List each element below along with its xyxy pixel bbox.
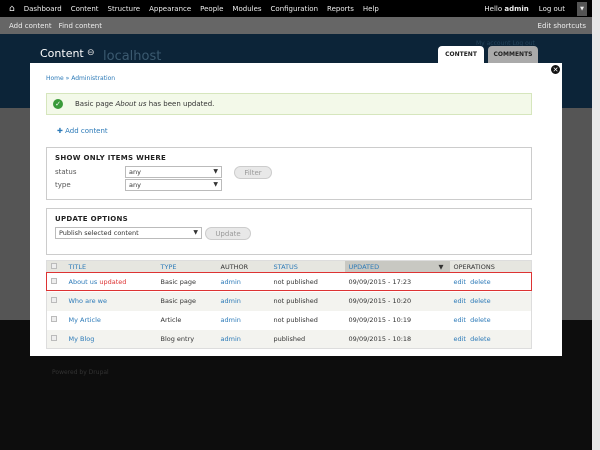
update-fieldset: UPDATE OPTIONS Publish selected content ▼… (46, 208, 532, 255)
edit-link[interactable]: edit (454, 278, 466, 286)
shortcut-add-content[interactable]: Add content (9, 22, 52, 30)
message-text: Basic page About us has been updated. (75, 100, 215, 108)
page-title: Content (40, 47, 84, 60)
toolbar-configuration[interactable]: Configuration (271, 5, 318, 13)
check-icon: ✓ (53, 99, 63, 109)
table-row: My Blog Blog entry admin published 09/09… (46, 329, 532, 349)
shortcut-bar: Add content Find content Edit shortcuts (0, 17, 592, 34)
type-select[interactable]: any ▼ (125, 179, 222, 191)
footer-text: Powered by Drupal (52, 369, 109, 376)
select-all-checkbox[interactable] (51, 262, 57, 269)
table-row: About us updated Basic page admin not pu… (46, 272, 532, 292)
operation-select[interactable]: Publish selected content ▼ (55, 227, 202, 239)
sort-desc-icon: ▼ (438, 262, 444, 271)
update-legend: UPDATE OPTIONS (55, 215, 129, 223)
delete-link[interactable]: delete (470, 335, 490, 343)
table-row: Who are we Basic page admin not publishe… (46, 291, 532, 311)
updated-cell: 09/09/2015 - 10:19 (344, 310, 450, 330)
edit-link[interactable]: edit (454, 335, 466, 343)
toolbar-help[interactable]: Help (363, 5, 379, 13)
logout-link[interactable]: Log out (539, 5, 565, 13)
author-link[interactable]: admin (221, 335, 241, 343)
type-cell: Basic page (156, 291, 217, 311)
toolbar-content[interactable]: Content (71, 5, 99, 13)
toolbar-people[interactable]: People (200, 5, 223, 13)
tab-content[interactable]: CONTENT (438, 46, 484, 63)
username[interactable]: admin (504, 5, 528, 13)
update-button[interactable]: Update (205, 227, 251, 240)
type-label: type (55, 181, 71, 189)
chevron-down-icon: ▼ (193, 229, 198, 236)
filter-fieldset: SHOW ONLY ITEMS WHERE status any ▼ type a… (46, 147, 532, 200)
th-status[interactable]: STATUS (269, 260, 345, 273)
toolbar-reports[interactable]: Reports (327, 5, 354, 13)
th-author: AUTHOR (216, 260, 270, 273)
th-operations: OPERATIONS (449, 260, 532, 273)
scrollbar[interactable] (592, 0, 600, 450)
admin-toolbar: ⌂ Dashboard Content Structure Appearance… (0, 0, 592, 17)
updated-cell: 09/09/2015 - 10:20 (344, 291, 450, 311)
row-checkbox[interactable] (51, 278, 57, 284)
type-cell: Article (156, 310, 217, 330)
type-cell: Blog entry (156, 329, 217, 349)
updated-cell: 09/09/2015 - 10:18 (344, 329, 450, 349)
site-name: localhost (103, 49, 162, 64)
status-label: status (55, 168, 77, 176)
status-cell: published (269, 329, 345, 349)
status-cell: not published (269, 310, 345, 330)
status-cell: not published (269, 291, 345, 311)
shortcut-find-content[interactable]: Find content (59, 22, 102, 30)
updated-cell: 09/09/2015 - 17:23 (344, 272, 450, 292)
content-table: TITLE TYPE AUTHOR STATUS UPDATED ▼ OPERAT… (46, 260, 532, 349)
edit-shortcuts[interactable]: Edit shortcuts (538, 22, 586, 30)
toolbar-appearance[interactable]: Appearance (149, 5, 191, 13)
filter-legend: SHOW ONLY ITEMS WHERE (55, 154, 167, 162)
title-link[interactable]: My Blog (69, 335, 95, 343)
author-link[interactable]: admin (221, 278, 241, 286)
author-link[interactable]: admin (221, 297, 241, 305)
toolbar-dashboard[interactable]: Dashboard (24, 5, 62, 13)
delete-link[interactable]: delete (470, 316, 490, 324)
th-type[interactable]: TYPE (156, 260, 217, 273)
chevron-down-icon: ▼ (213, 181, 218, 188)
table-header: TITLE TYPE AUTHOR STATUS UPDATED ▼ OPERAT… (46, 260, 532, 273)
title-link[interactable]: About us (69, 278, 98, 286)
title-link[interactable]: Who are we (69, 297, 107, 305)
overlay-dialog: Home » Administration ✓ Basic page About… (30, 63, 562, 356)
table-row: My Article Article admin not published 0… (46, 310, 532, 330)
edit-link[interactable]: edit (454, 316, 466, 324)
row-checkbox[interactable] (51, 334, 57, 341)
delete-link[interactable]: delete (470, 278, 490, 286)
delete-link[interactable]: delete (470, 297, 490, 305)
shortcuts-toggle[interactable]: ▼ (577, 1, 587, 16)
row-checkbox[interactable] (51, 316, 57, 322)
status-cell: not published (269, 272, 345, 292)
title-link[interactable]: My Article (69, 316, 101, 324)
edit-link[interactable]: edit (454, 297, 466, 305)
status-message: ✓ Basic page About us has been updated. (46, 93, 532, 115)
hello-text: Hello admin (484, 4, 529, 13)
th-title[interactable]: TITLE (64, 260, 157, 273)
type-cell: Basic page (156, 272, 217, 292)
updated-flag: updated (99, 278, 127, 286)
toolbar-structure[interactable]: Structure (108, 5, 141, 13)
th-updated[interactable]: UPDATED ▼ (344, 260, 450, 273)
close-overlay-icon[interactable]: ✕ (550, 64, 561, 75)
breadcrumb[interactable]: Home » Administration (46, 75, 115, 82)
toolbar-modules[interactable]: Modules (232, 5, 261, 13)
tab-comments[interactable]: COMMENTS (488, 46, 538, 63)
home-icon[interactable]: ⌂ (9, 4, 15, 14)
author-link[interactable]: admin (221, 316, 241, 324)
chevron-down-icon: ▼ (213, 168, 218, 175)
shortcut-star-icon[interactable]: ⊖ (87, 48, 95, 58)
status-select[interactable]: any ▼ (125, 166, 222, 178)
filter-button[interactable]: Filter (234, 166, 272, 179)
add-content-link[interactable]: ✚ Add content (57, 127, 108, 135)
row-checkbox[interactable] (51, 297, 57, 303)
